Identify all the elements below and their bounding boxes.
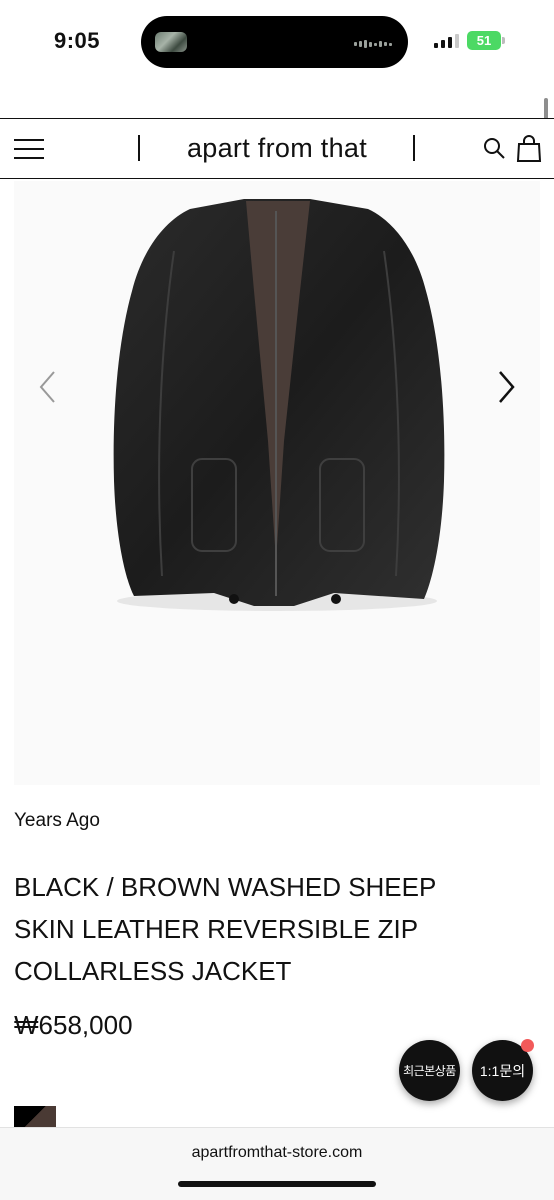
inquiry-label: 1:1문의 bbox=[479, 1062, 526, 1079]
status-time: 9:05 bbox=[54, 28, 101, 53]
browser-address-bar[interactable]: apartfromthat-store.com bbox=[0, 1127, 554, 1200]
status-bar: 9:05 51 bbox=[0, 0, 554, 90]
color-swatch[interactable] bbox=[14, 1106, 56, 1128]
url-text[interactable]: apartfromthat-store.com bbox=[0, 1144, 554, 1162]
dynamic-island bbox=[141, 16, 408, 68]
search-icon[interactable] bbox=[482, 136, 506, 160]
header-divider-left bbox=[138, 135, 140, 161]
jacket-illustration bbox=[113, 199, 445, 611]
battery-percent: 51 bbox=[476, 33, 492, 48]
site-header: apart from that bbox=[0, 118, 554, 179]
battery-icon: 51 bbox=[467, 31, 501, 50]
product-title-line: SKIN LEATHER REVERSIBLE ZIP bbox=[14, 914, 419, 944]
product-image[interactable] bbox=[14, 181, 540, 785]
now-playing-thumbnail bbox=[155, 32, 187, 52]
notification-dot bbox=[521, 1039, 534, 1052]
recently-viewed-label: 최근본상품 bbox=[403, 1064, 456, 1078]
chevron-right-icon[interactable] bbox=[494, 369, 518, 405]
battery-tip bbox=[502, 37, 505, 44]
chevron-left-icon[interactable] bbox=[36, 369, 60, 405]
product-brand[interactable]: Years Ago bbox=[14, 810, 100, 832]
product-title-line: BLACK / BROWN WASHED SHEEP bbox=[14, 872, 437, 902]
signal-icon bbox=[434, 34, 459, 48]
shopping-bag-icon[interactable] bbox=[516, 134, 542, 162]
menu-icon[interactable] bbox=[14, 139, 44, 159]
product-price: ₩658,000 bbox=[14, 1010, 133, 1040]
product-title-line: COLLARLESS JACKET bbox=[14, 956, 292, 986]
site-title[interactable]: apart from that bbox=[150, 133, 404, 164]
audio-wave-icon bbox=[354, 40, 392, 48]
header-divider-right bbox=[413, 135, 415, 161]
home-indicator bbox=[178, 1181, 376, 1187]
product-title: BLACK / BROWN WASHED SHEEP SKIN LEATHER … bbox=[14, 866, 514, 992]
recently-viewed-button[interactable]: 최근본상품 bbox=[399, 1040, 460, 1101]
